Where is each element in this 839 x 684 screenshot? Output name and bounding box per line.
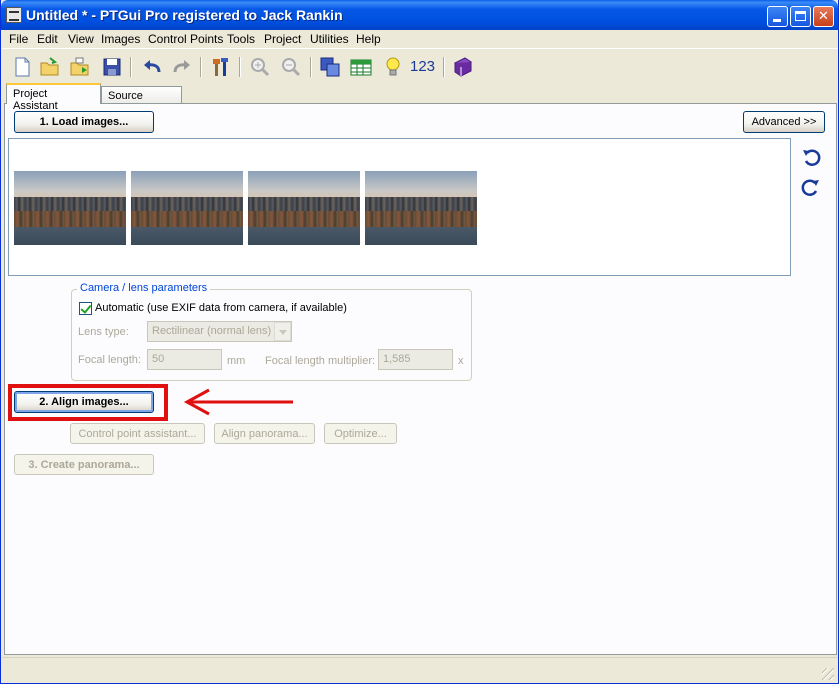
menu-edit[interactable]: Edit [37, 32, 58, 46]
focal-length-field: 50 [147, 349, 222, 370]
toolbar-separator [130, 57, 132, 77]
image-thumbnail[interactable] [365, 171, 477, 245]
close-icon: ✕ [818, 8, 829, 23]
menu-control-points[interactable]: Control Points [148, 32, 223, 46]
maximize-icon [795, 11, 806, 21]
minimize-icon [773, 19, 781, 22]
toolbar-separator [443, 57, 445, 77]
help-book-icon[interactable] [451, 55, 475, 79]
image-thumbnail-area[interactable] [8, 138, 791, 276]
menu-file[interactable]: File [9, 32, 28, 46]
redo-icon[interactable] [170, 55, 194, 79]
menu-project[interactable]: Project [264, 32, 301, 46]
toolbar-separator [200, 57, 202, 77]
annotation-arrow [183, 388, 293, 416]
open-folder-icon[interactable] [38, 55, 62, 79]
numbers-icon[interactable]: 123 [410, 58, 435, 75]
image-thumbnail[interactable] [131, 171, 243, 245]
align-images-button[interactable]: 2. Align images... [14, 391, 154, 413]
tools-hammer-icon[interactable] [209, 55, 233, 79]
create-panorama-button[interactable]: 3. Create panorama... [14, 454, 154, 475]
tab-source-images[interactable]: Source Images [101, 86, 182, 114]
toolbar-separator [239, 57, 241, 77]
focal-multiplier-label: Focal length multiplier: [265, 355, 376, 367]
menu-bar: File Edit View Images Control Points Too… [2, 30, 838, 49]
automatic-exif-checkbox[interactable] [79, 302, 92, 315]
menu-tools[interactable]: Tools [227, 32, 255, 46]
automatic-exif-label[interactable]: Automatic (use EXIF data from camera, if… [95, 302, 347, 314]
menu-view[interactable]: View [68, 32, 94, 46]
rotate-right-icon[interactable] [801, 177, 821, 197]
minimize-button[interactable] [767, 6, 788, 27]
camera-lens-legend: Camera / lens parameters [77, 282, 211, 294]
focal-length-value: 50 [152, 353, 165, 365]
image-thumbnail[interactable] [248, 171, 360, 245]
title-bar[interactable]: Untitled * - PTGui Pro registered to Jac… [1, 0, 838, 30]
chevron-down-icon [274, 322, 291, 341]
lens-type-value: Rectilinear (normal lens) [152, 325, 272, 337]
status-bar [2, 657, 838, 683]
focal-multiplier-field: 1,585 [378, 349, 453, 370]
control-point-assistant-button[interactable]: Control point assistant... [70, 423, 205, 444]
undo-icon[interactable] [140, 55, 164, 79]
app-window: Untitled * - PTGui Pro registered to Jac… [0, 0, 839, 684]
close-button[interactable]: ✕ [813, 6, 834, 27]
tab-project-assistant[interactable]: Project Assistant [6, 83, 101, 112]
tab-strip: Project Assistant Source Images [4, 83, 837, 114]
maximize-button[interactable] [790, 6, 811, 27]
menu-images[interactable]: Images [101, 32, 140, 46]
focal-multiplier-value: 1,585 [383, 353, 411, 365]
toolbar: 123 [2, 50, 838, 83]
lens-type-select: Rectilinear (normal lens) [147, 321, 292, 342]
window-title: Untitled * - PTGui Pro registered to Jac… [26, 7, 343, 23]
menu-utilities[interactable]: Utilities [310, 32, 349, 46]
focal-length-label: Focal length: [78, 354, 141, 366]
lightbulb-icon[interactable] [381, 55, 405, 79]
panorama-editor-icon[interactable] [318, 55, 342, 79]
zoom-in-icon [251, 58, 270, 77]
spreadsheet-icon[interactable] [349, 55, 373, 79]
focal-length-unit: mm [227, 355, 246, 367]
app-icon[interactable] [6, 7, 22, 23]
lens-type-label: Lens type: [78, 326, 129, 338]
resize-grip-icon[interactable] [822, 668, 834, 680]
toolbar-separator [310, 57, 312, 77]
align-panorama-button[interactable]: Align panorama... [214, 423, 315, 444]
zoom-out-icon [282, 58, 301, 77]
optimize-button[interactable]: Optimize... [324, 423, 397, 444]
save-icon[interactable] [100, 55, 124, 79]
open-recent-icon[interactable] [68, 55, 92, 79]
rotate-left-icon[interactable] [801, 147, 821, 167]
load-images-button[interactable]: 1. Load images... [14, 111, 154, 133]
new-file-icon[interactable] [10, 55, 34, 79]
menu-help[interactable]: Help [356, 32, 381, 46]
image-thumbnail[interactable] [14, 171, 126, 245]
focal-multiplier-unit: x [458, 355, 464, 367]
advanced-button[interactable]: Advanced >> [743, 111, 825, 133]
